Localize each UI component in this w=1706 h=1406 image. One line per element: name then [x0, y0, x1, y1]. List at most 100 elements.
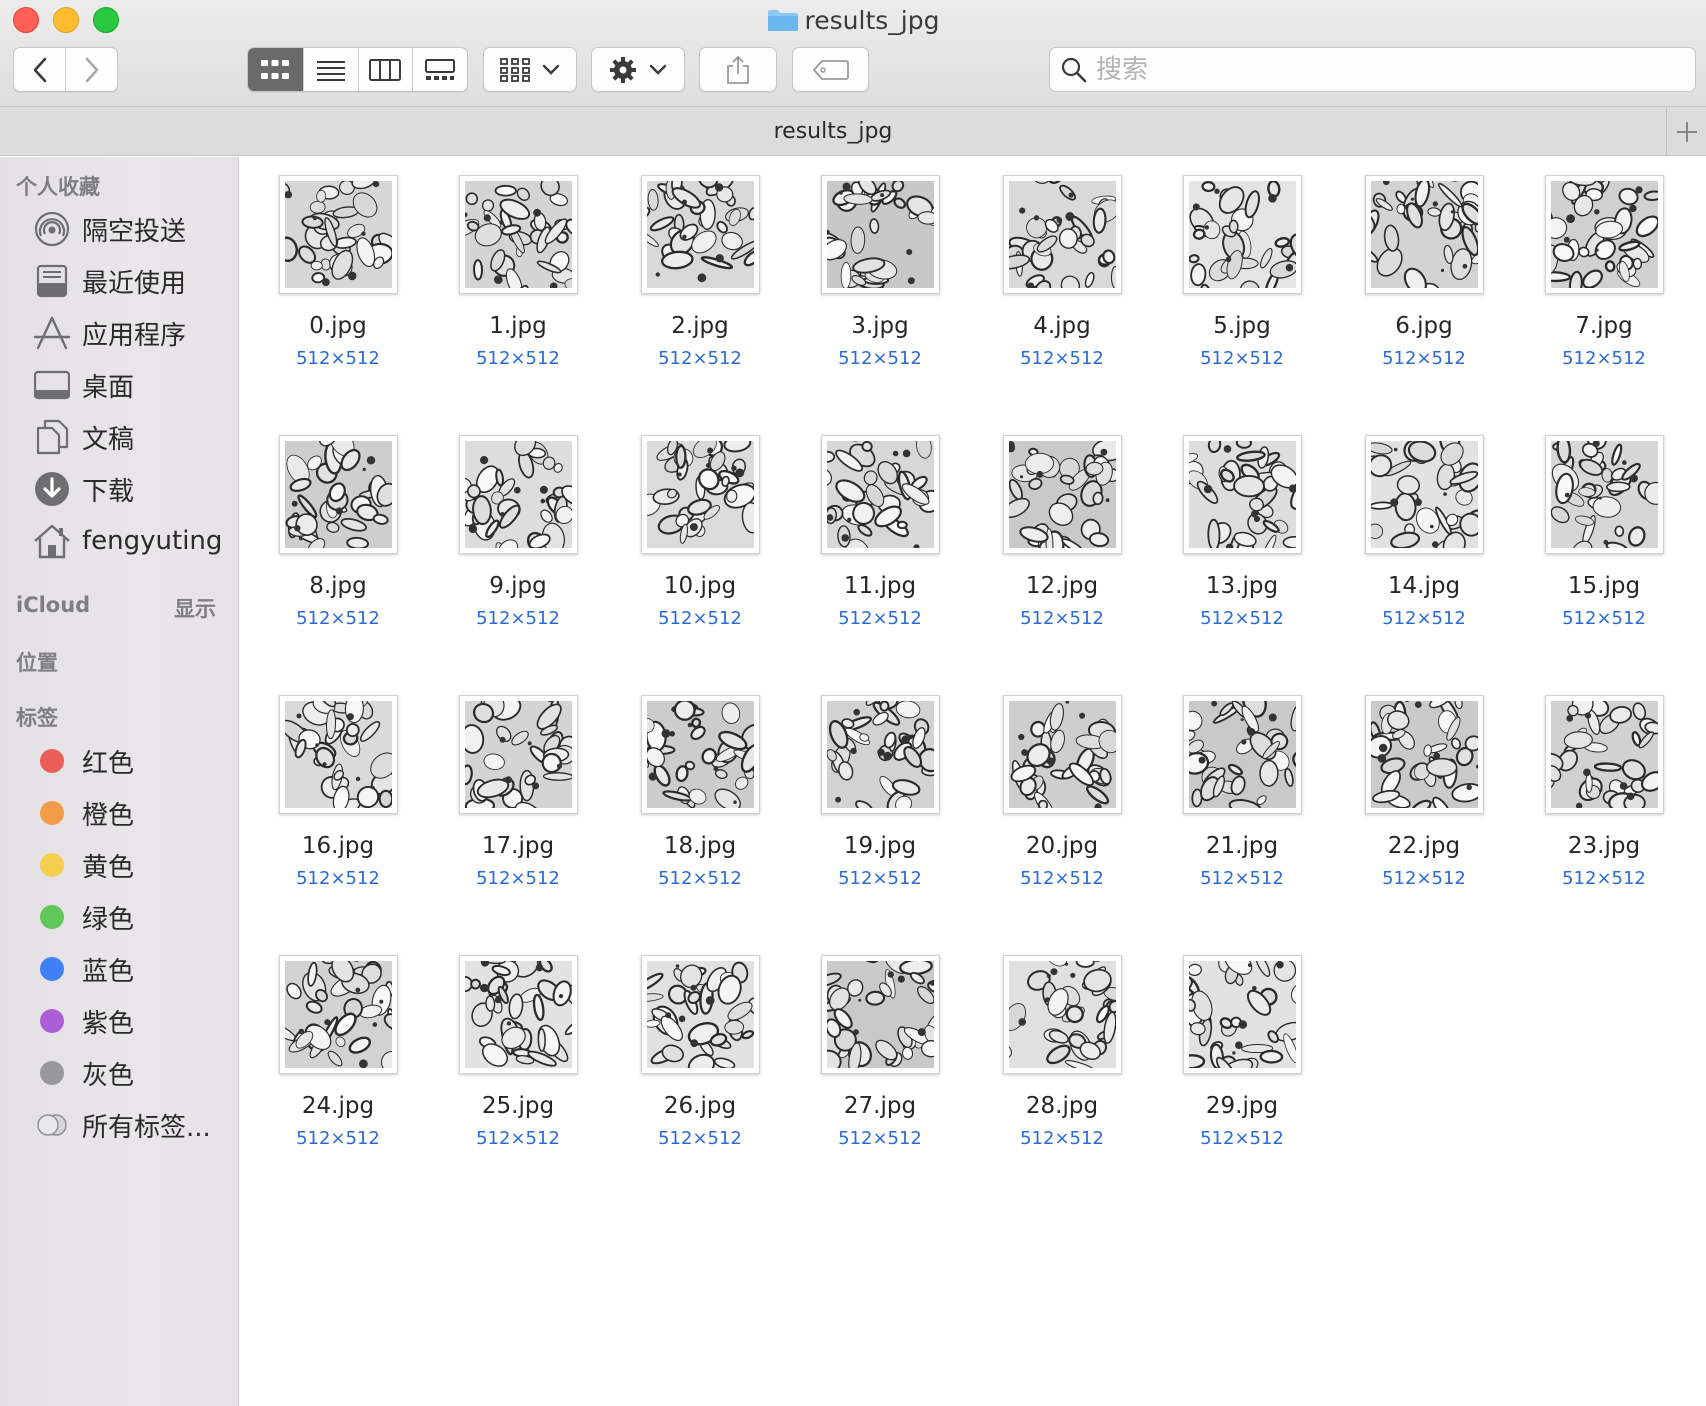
home-icon [34, 524, 70, 559]
sidebar-tag-red[interactable]: 红色 [0, 737, 239, 785]
tag-button[interactable] [792, 47, 869, 92]
action-button[interactable] [591, 47, 685, 92]
sidebar-item-airdrop[interactable]: 隔空投送 [0, 205, 239, 253]
sidebar-tag-gray[interactable]: 灰色 [0, 1049, 239, 1097]
back-button[interactable] [14, 48, 65, 91]
file-item[interactable]: 8.jpg 512×512 [268, 417, 408, 629]
file-item[interactable]: 29.jpg 512×512 [1172, 937, 1312, 1149]
gallery-view-icon [425, 58, 456, 80]
file-item[interactable]: 24.jpg 512×512 [268, 937, 408, 1149]
sidebar-item-applications[interactable]: 应用程序 [0, 309, 239, 357]
search-icon [1061, 57, 1087, 82]
file-dimensions: 512×512 [838, 608, 922, 629]
thumbnail-image [1009, 961, 1116, 1068]
file-item[interactable]: 6.jpg 512×512 [1354, 157, 1494, 369]
sidebar-item-documents[interactable]: 文稿 [0, 413, 239, 461]
file-dimensions: 512×512 [1200, 348, 1284, 369]
sidebar-tag-purple[interactable]: 紫色 [0, 997, 239, 1045]
sidebar-tag-orange[interactable]: 橙色 [0, 789, 239, 837]
sidebar-tag-yellow[interactable]: 黄色 [0, 841, 239, 889]
blue-tag-dot [40, 957, 64, 981]
view-mode-group [247, 47, 468, 92]
file-item[interactable]: 5.jpg 512×512 [1172, 157, 1312, 369]
image-thumbnail [1365, 175, 1484, 294]
share-button[interactable] [699, 47, 777, 92]
sidebar-item-home[interactable]: fengyuting [0, 517, 239, 565]
file-item[interactable]: 18.jpg 512×512 [630, 677, 770, 889]
file-item[interactable]: 27.jpg 512×512 [810, 937, 950, 1149]
file-item[interactable]: 11.jpg 512×512 [810, 417, 950, 629]
sidebar-item-label: 桌面 [82, 372, 135, 403]
gallery-view-button[interactable] [412, 48, 467, 91]
sidebar-item-desktop[interactable]: 桌面 [0, 361, 239, 409]
file-item[interactable]: 15.jpg 512×512 [1534, 417, 1674, 629]
file-item[interactable]: 7.jpg 512×512 [1534, 157, 1674, 369]
file-item[interactable]: 14.jpg 512×512 [1354, 417, 1494, 629]
file-item[interactable]: 28.jpg 512×512 [992, 937, 1132, 1149]
downloads-icon [35, 472, 69, 506]
file-item[interactable]: 3.jpg 512×512 [810, 157, 950, 369]
file-item[interactable]: 13.jpg 512×512 [1172, 417, 1312, 629]
file-item[interactable]: 4.jpg 512×512 [992, 157, 1132, 369]
file-item[interactable]: 26.jpg 512×512 [630, 937, 770, 1149]
file-dimensions: 512×512 [1382, 608, 1466, 629]
thumbnail-image [827, 441, 934, 548]
search-input[interactable] [1096, 54, 1656, 85]
sidebar-tag-blue[interactable]: 蓝色 [0, 945, 239, 993]
sidebar-item-downloads[interactable]: 下载 [0, 465, 239, 513]
thumbnail-image [1009, 181, 1116, 288]
file-dimensions: 512×512 [1562, 868, 1646, 889]
column-view-button[interactable] [357, 48, 413, 91]
image-thumbnail [279, 695, 398, 814]
file-item[interactable]: 17.jpg 512×512 [448, 677, 588, 889]
file-name: 11.jpg [843, 573, 917, 599]
file-grid: 0.jpg 512×512 1.jpg 512×512 2.jpg 512×512 3.jp… [240, 157, 1706, 1406]
file-item[interactable]: 22.jpg 512×512 [1354, 677, 1494, 889]
file-dimensions: 512×512 [658, 1128, 742, 1149]
thumbnail-image [285, 961, 392, 1068]
file-item[interactable]: 21.jpg 512×512 [1172, 677, 1312, 889]
column-view-icon [369, 58, 402, 81]
file-item[interactable]: 23.jpg 512×512 [1534, 677, 1674, 889]
image-thumbnail [641, 695, 760, 814]
file-name: 9.jpg [489, 573, 547, 599]
file-item[interactable]: 2.jpg 512×512 [630, 157, 770, 369]
file-dimensions: 512×512 [1200, 1128, 1284, 1149]
file-item[interactable]: 25.jpg 512×512 [448, 937, 588, 1149]
list-view-button[interactable] [302, 48, 358, 91]
sidebar-tag-green[interactable]: 绿色 [0, 893, 239, 941]
chevron-down-icon [542, 64, 560, 75]
gear-icon [610, 56, 636, 83]
file-item[interactable]: 20.jpg 512×512 [992, 677, 1132, 889]
window-title-text: results_jpg [804, 6, 940, 35]
file-item[interactable]: 10.jpg 512×512 [630, 417, 770, 629]
file-item[interactable]: 9.jpg 512×512 [448, 417, 588, 629]
tab-results-jpg[interactable]: results_jpg [0, 107, 1666, 156]
sidebar-item-recents[interactable]: 最近使用 [0, 257, 239, 305]
sidebar-all-tags[interactable]: 所有标签... [0, 1101, 239, 1149]
file-dimensions: 512×512 [476, 868, 560, 889]
image-thumbnail [459, 955, 578, 1074]
new-tab-button[interactable] [1666, 107, 1706, 156]
file-item[interactable]: 12.jpg 512×512 [992, 417, 1132, 629]
search-field[interactable] [1049, 47, 1696, 92]
forward-button[interactable] [65, 48, 117, 91]
arrange-button[interactable] [483, 47, 577, 92]
documents-icon [36, 419, 69, 455]
file-item[interactable]: 1.jpg 512×512 [448, 157, 588, 369]
file-dimensions: 512×512 [1200, 868, 1284, 889]
sidebar-item-label: 下载 [82, 476, 135, 507]
image-thumbnail [1183, 695, 1302, 814]
file-dimensions: 512×512 [476, 348, 560, 369]
file-item[interactable]: 16.jpg 512×512 [268, 677, 408, 889]
sidebar-item-label: 灰色 [82, 1060, 135, 1091]
icloud-show-button[interactable]: 显示 [174, 593, 216, 623]
file-name: 8.jpg [309, 573, 367, 599]
file-name: 25.jpg [481, 1093, 555, 1119]
icon-view-button[interactable] [248, 48, 303, 91]
thumbnail-image [1551, 701, 1658, 808]
thumbnail-image [465, 961, 572, 1068]
file-item[interactable]: 0.jpg 512×512 [268, 157, 408, 369]
sidebar-item-label: 蓝色 [82, 956, 135, 987]
file-item[interactable]: 19.jpg 512×512 [810, 677, 950, 889]
